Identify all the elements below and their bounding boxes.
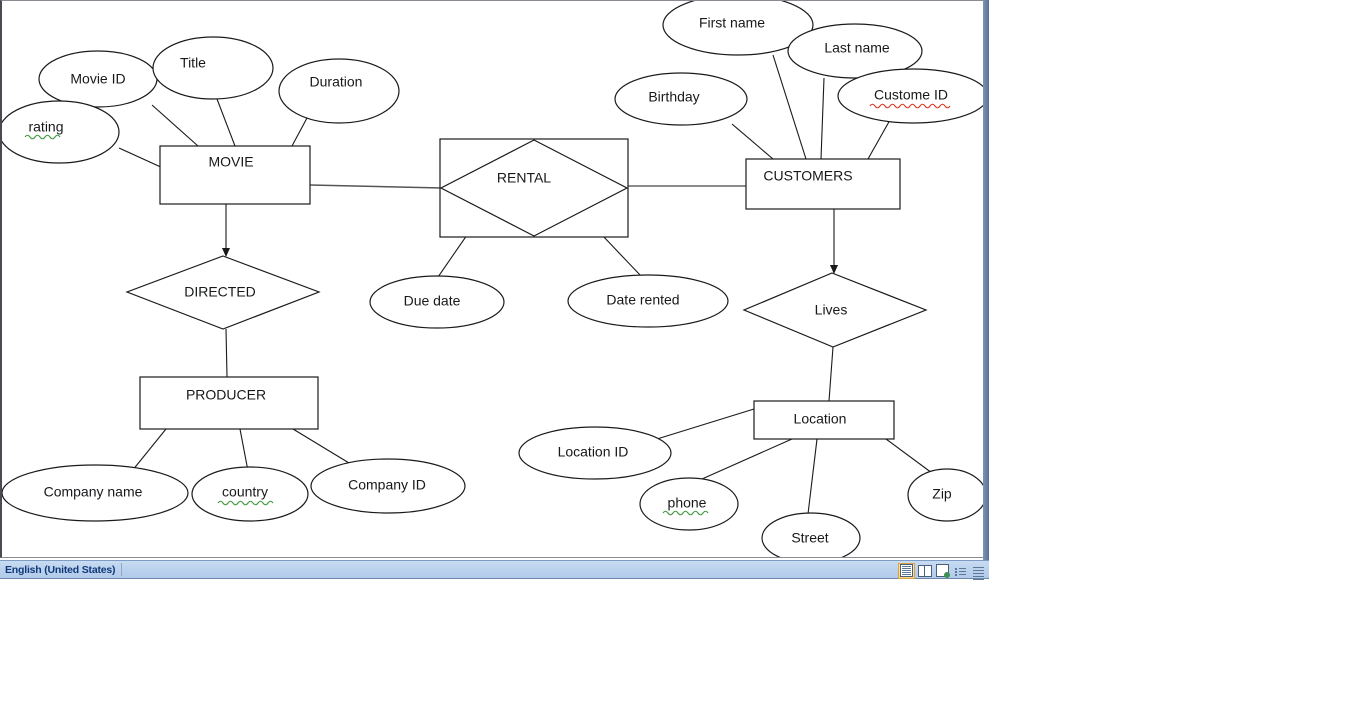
attribute-location-id[interactable]: Location ID [518, 426, 672, 480]
title-ellipse [152, 36, 274, 100]
status-divider [121, 563, 123, 576]
attribute-label-rating: rating [28, 119, 63, 135]
entity-producer[interactable]: PRODUCER [139, 376, 319, 430]
attribute-country[interactable]: country [191, 466, 309, 522]
draft-view-button[interactable] [970, 563, 987, 580]
entity-label-location: Location [794, 411, 847, 427]
attribute-label-duration: Duration [310, 74, 363, 90]
customers-box [745, 158, 901, 210]
connector-title-movie [216, 98, 236, 147]
attribute-label-last-name: Last name [824, 40, 890, 56]
status-language-label[interactable]: English (United States) [0, 564, 116, 576]
draft-icon [973, 565, 984, 580]
connector-directed-producer [225, 328, 228, 378]
connector-location-locationid [656, 408, 755, 440]
connector-producer-country [239, 428, 249, 472]
attribute-label-zip: Zip [932, 486, 952, 502]
full-screen-reading-view-button[interactable] [916, 563, 933, 579]
outline-view-button[interactable] [952, 563, 969, 579]
entity-customers[interactable]: CUSTOMERS [745, 158, 901, 210]
attribute-label-customer-id: Custome ID [874, 87, 948, 103]
connector-producer-companyid [292, 428, 355, 467]
rental-outer-box [439, 138, 629, 238]
attribute-rating[interactable]: rating [2, 100, 120, 164]
attribute-due-date[interactable]: Due date [369, 275, 505, 329]
attribute-label-company-id: Company ID [348, 477, 426, 493]
page-edge-scroll-gutter[interactable] [983, 0, 989, 560]
status-bar: English (United States) [0, 560, 989, 580]
attribute-birthday[interactable]: Birthday [614, 72, 748, 126]
document-page[interactable]: RENTAL DIRECTED Lives MOVIE CUSTOMERS PR… [0, 0, 983, 558]
entity-movie[interactable]: MOVIE [159, 145, 311, 205]
relationship-directed[interactable]: DIRECTED [125, 255, 321, 330]
attribute-label-title: Title [180, 55, 206, 71]
connector-lastname-customers [820, 77, 825, 160]
relationship-lives[interactable]: Lives [742, 272, 928, 348]
er-diagram-canvas[interactable]: RENTAL DIRECTED Lives MOVIE CUSTOMERS PR… [2, 1, 983, 558]
attribute-label-date-rented: Date rented [606, 292, 679, 308]
print-layout-icon [900, 564, 913, 577]
word-application-window: RENTAL DIRECTED Lives MOVIE CUSTOMERS PR… [0, 0, 990, 580]
attribute-label-first-name: First name [699, 15, 765, 31]
attribute-label-phone: phone [668, 495, 707, 511]
connector-lives-location [828, 346, 834, 402]
print-layout-view-button[interactable] [898, 562, 915, 579]
connector-movie-rental [309, 184, 443, 189]
attribute-label-birthday: Birthday [648, 89, 699, 105]
attribute-label-movie-id: Movie ID [70, 71, 125, 87]
connector-firstname-customers [772, 54, 807, 160]
attribute-label-company-name: Company name [44, 484, 143, 500]
connector-customerid-customers [867, 119, 891, 160]
relationship-label-lives: Lives [815, 302, 848, 318]
attribute-phone[interactable]: phone [639, 477, 739, 531]
connector-producer-companyname [131, 428, 167, 472]
attribute-company-id[interactable]: Company ID [310, 458, 466, 514]
connector-rental-daterented [601, 234, 642, 277]
connector-birthday-customers [731, 123, 774, 160]
relationship-label-rental: RENTAL [497, 170, 551, 186]
attribute-label-location-id: Location ID [558, 444, 629, 460]
producer-box [139, 376, 319, 430]
connector-rental-duedate [437, 234, 468, 278]
attribute-title[interactable]: Title [152, 36, 274, 100]
attribute-street[interactable]: Street [761, 512, 861, 558]
web-layout-icon [936, 564, 950, 578]
connector-location-street [807, 438, 818, 515]
attribute-movie-id[interactable]: Movie ID [38, 50, 158, 108]
entity-label-movie: MOVIE [208, 154, 253, 170]
connector-location-zip [885, 438, 933, 474]
entity-label-customers: CUSTOMERS [763, 168, 852, 184]
attribute-duration[interactable]: Duration [278, 58, 400, 124]
attribute-zip[interactable]: Zip [907, 468, 983, 522]
attribute-customer-id[interactable]: Custome ID [837, 68, 983, 124]
entity-location[interactable]: Location [753, 400, 895, 440]
attribute-label-street: Street [791, 530, 828, 546]
web-layout-view-button[interactable] [934, 563, 951, 579]
relationship-label-directed: DIRECTED [184, 284, 256, 300]
attribute-label-country: country [222, 484, 268, 500]
entity-label-producer: PRODUCER [186, 387, 266, 403]
connector-duration-movie [291, 117, 308, 147]
connector-location-phone [701, 438, 793, 480]
duration-ellipse [278, 58, 400, 124]
book-icon [917, 564, 932, 577]
relationship-rental[interactable]: RENTAL [439, 138, 629, 238]
outline-icon [955, 566, 966, 576]
connector-movieid-movie [151, 104, 199, 147]
view-buttons-group [898, 562, 988, 580]
attribute-label-due-date: Due date [404, 293, 461, 309]
attribute-date-rented[interactable]: Date rented [567, 274, 729, 328]
attribute-company-name[interactable]: Company name [2, 464, 189, 522]
